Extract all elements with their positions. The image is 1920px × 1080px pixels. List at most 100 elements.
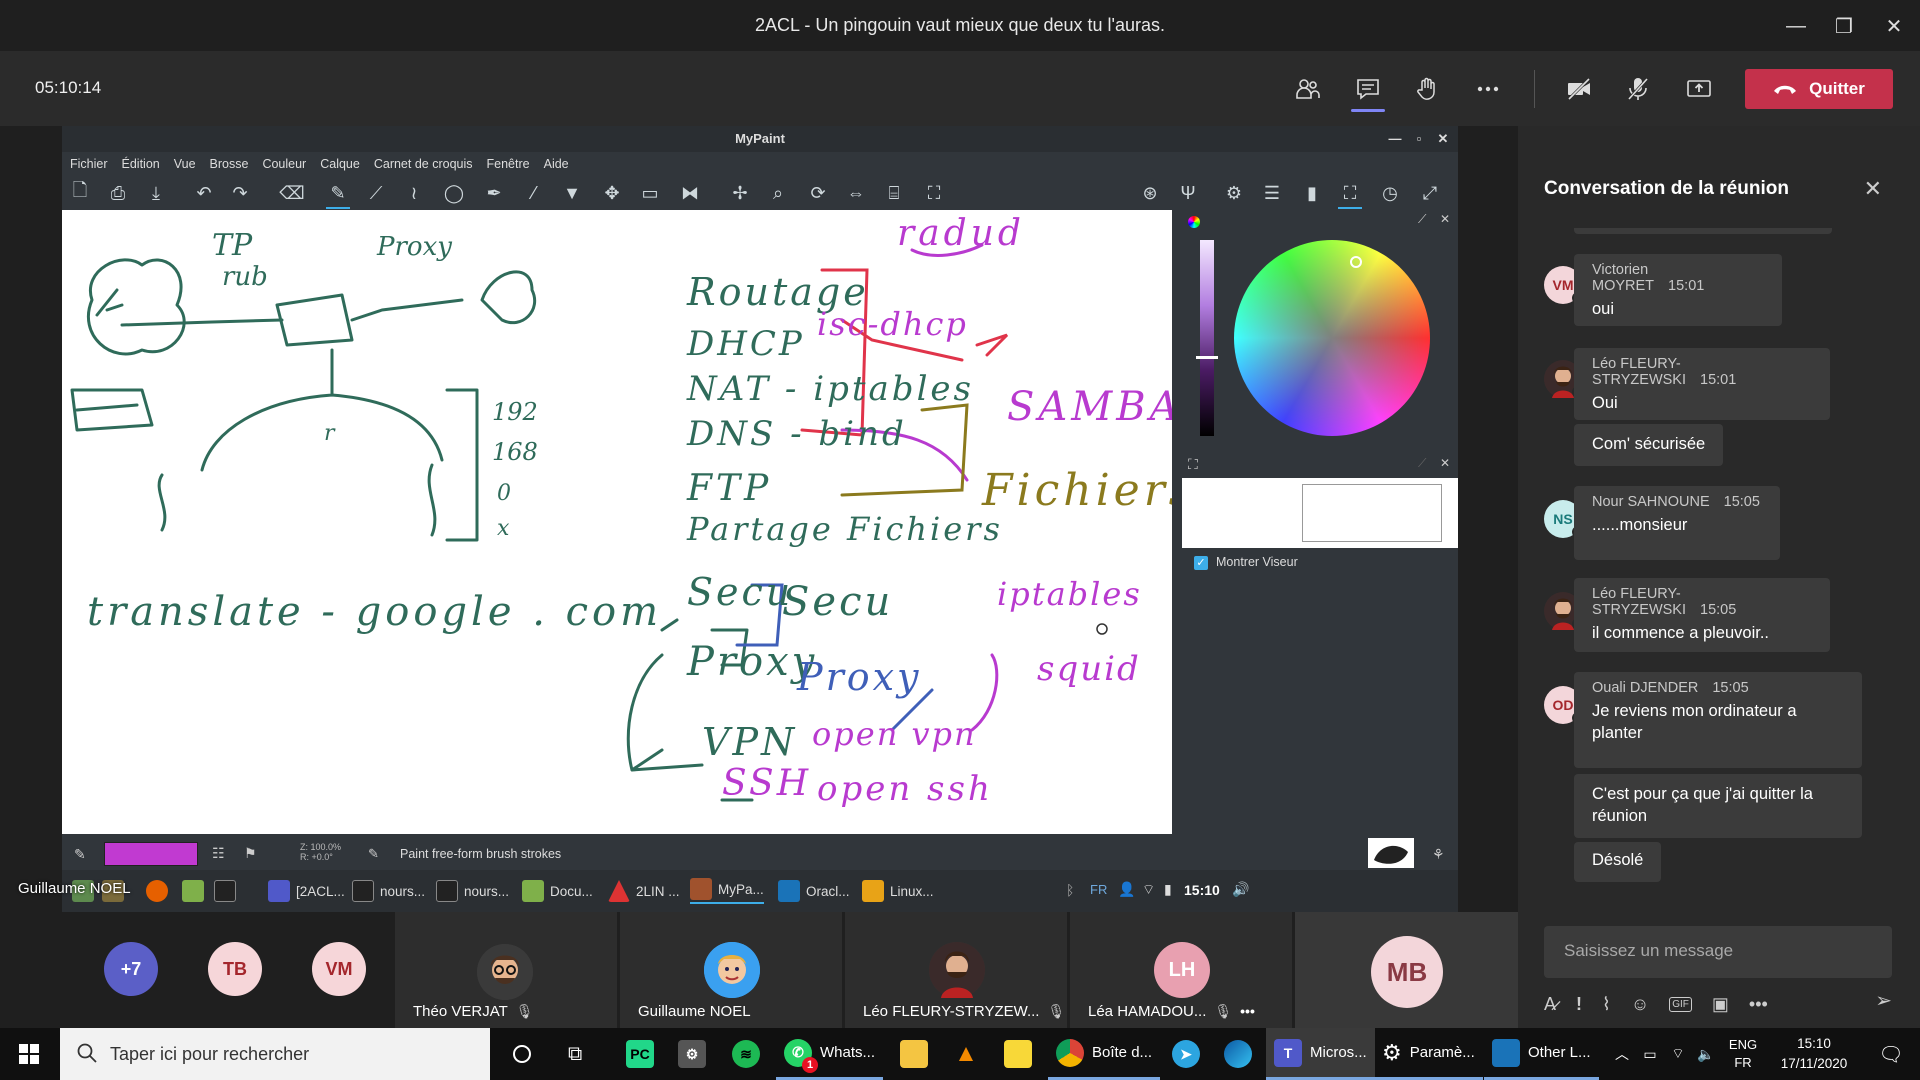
chat-message-followup[interactable]: C'est pour ça que j'ai quitter la réunio… bbox=[1574, 774, 1862, 838]
pin-icon[interactable]: ⟋ bbox=[1418, 212, 1426, 227]
more-icon[interactable]: ••• bbox=[1749, 994, 1768, 1015]
taskbar-virtualbox[interactable]: Other L... bbox=[1484, 1028, 1599, 1080]
menu-calque[interactable]: Calque bbox=[320, 157, 360, 171]
eraser-icon[interactable]: ⌫ bbox=[279, 182, 304, 204]
bluetooth-tray-icon[interactable]: ᛒ bbox=[1066, 882, 1074, 898]
menu-aide[interactable]: Aide bbox=[544, 157, 569, 171]
chevron-up-icon[interactable]: ︿ bbox=[1608, 1044, 1636, 1064]
color-picker-icon[interactable]: ⁄ bbox=[522, 182, 546, 204]
reset-view-icon[interactable]: ⌸ bbox=[882, 182, 906, 204]
battery-icon[interactable]: ▭ bbox=[1636, 1046, 1664, 1063]
inner-task-mypaint[interactable]: MyPa... bbox=[690, 878, 764, 904]
fullscreen-icon[interactable]: ⛶ bbox=[1338, 182, 1362, 209]
chat-message[interactable]: Léo FLEURY-STRYZEWSKI 15:05 il commence a… bbox=[1574, 578, 1830, 652]
color-wheel[interactable] bbox=[1234, 240, 1430, 436]
participants-button[interactable] bbox=[1285, 66, 1331, 112]
brush-settings-icon[interactable]: ☷ bbox=[212, 845, 225, 862]
close-chat-icon[interactable]: ✕ bbox=[1864, 176, 1882, 202]
menu-brosse[interactable]: Brosse bbox=[210, 157, 249, 171]
new-file-icon[interactable]: 🗋 bbox=[68, 180, 92, 204]
fill-icon[interactable]: ▼ bbox=[560, 182, 584, 204]
inner-task-documents[interactable]: Docu... bbox=[522, 878, 593, 904]
chat-message-followup[interactable]: Com' sécurisée bbox=[1574, 424, 1724, 466]
menu-couleur[interactable]: Couleur bbox=[262, 157, 306, 171]
taskbar-telegram[interactable]: ➤ bbox=[1164, 1028, 1208, 1080]
taskbar-spotify[interactable]: ≋ bbox=[724, 1028, 768, 1080]
mypaint-minimize-icon[interactable]: — bbox=[1384, 126, 1406, 152]
task-view-button[interactable]: ⧉ bbox=[560, 1028, 590, 1080]
mic-toggle-button[interactable] bbox=[1615, 66, 1661, 112]
inner-task-oracle[interactable]: Oracl... bbox=[778, 878, 850, 904]
brush-tool-icon[interactable]: ✎ bbox=[326, 182, 350, 209]
menu-carnet[interactable]: Carnet de croquis bbox=[374, 157, 473, 171]
firefox-icon[interactable] bbox=[146, 880, 168, 902]
taskbar-whatsapp[interactable]: ✆ 1 Whats... bbox=[776, 1028, 884, 1080]
menu-edition[interactable]: Édition bbox=[122, 157, 160, 171]
brushes-icon[interactable]: Ψ bbox=[1176, 182, 1200, 204]
volume-tray-icon[interactable]: 🔊 bbox=[1232, 881, 1249, 898]
pen-tool-icon[interactable]: ✒ bbox=[482, 182, 506, 204]
taskbar-steam-like[interactable]: ⚙ bbox=[670, 1028, 714, 1080]
preview-close-icon[interactable]: ✕ bbox=[1440, 456, 1450, 470]
frame-icon[interactable]: ▭ bbox=[638, 182, 662, 204]
terminal-icon[interactable] bbox=[214, 880, 236, 902]
brush-preview-thumb[interactable] bbox=[1368, 838, 1414, 868]
inner-lang[interactable]: FR bbox=[1090, 882, 1107, 897]
chat-message[interactable]: Ouali DJENDER 15:05 Je reviens mon ordina… bbox=[1574, 672, 1862, 768]
zoom-icon[interactable]: ⌕ bbox=[766, 182, 790, 204]
scratchpad-icon[interactable]: ▮ bbox=[1300, 182, 1324, 204]
fit-view-icon[interactable]: ⛶ bbox=[922, 182, 946, 204]
inner-task-teams[interactable]: [2ACL... bbox=[268, 878, 345, 904]
chat-message[interactable]: Victorien MOYRET 15:01 oui bbox=[1574, 254, 1782, 326]
taskbar-search-box[interactable]: Taper ici pour rechercher bbox=[60, 1028, 490, 1080]
share-screen-button[interactable] bbox=[1676, 66, 1722, 112]
gif-icon[interactable]: GIF bbox=[1669, 996, 1692, 1012]
attach-icon[interactable]: ⌇ bbox=[1602, 994, 1611, 1015]
participant-tile-self[interactable]: MB bbox=[1295, 912, 1518, 1028]
format-icon[interactable]: A̷ bbox=[1544, 994, 1556, 1015]
send-icon[interactable]: ➢ bbox=[1875, 988, 1892, 1013]
pick-brush-icon[interactable]: ⚑ bbox=[244, 845, 257, 862]
expand-icon[interactable]: ⤢ bbox=[1418, 182, 1442, 204]
undo-icon[interactable]: ↶ bbox=[192, 182, 216, 204]
chat-message-followup[interactable]: Désolé bbox=[1574, 842, 1662, 882]
ellipse-tool-icon[interactable]: ◯ bbox=[442, 182, 466, 204]
maximize-button[interactable]: ❐ bbox=[1818, 0, 1870, 52]
tile-more-icon[interactable]: ••• bbox=[1240, 1003, 1255, 1019]
mypaint-close-icon[interactable]: ✕ bbox=[1432, 126, 1454, 152]
important-icon[interactable]: ! bbox=[1576, 994, 1582, 1015]
preview-checkbox[interactable]: ✓ bbox=[1194, 556, 1208, 570]
taskbar-chrome[interactable]: Boîte d... bbox=[1048, 1028, 1161, 1080]
taskbar-teams[interactable]: T Micros... bbox=[1266, 1028, 1375, 1080]
layers-icon[interactable]: ☰ bbox=[1260, 182, 1284, 204]
taskbar-settings[interactable]: ⚙ Paramè... bbox=[1374, 1028, 1483, 1080]
chat-message-input[interactable]: Saisissez un message bbox=[1544, 926, 1892, 978]
sticker-icon[interactable]: ▣ bbox=[1712, 994, 1729, 1015]
inner-task-terminal-2[interactable]: nours... bbox=[436, 878, 509, 904]
value-slider-handle[interactable] bbox=[1196, 356, 1218, 359]
inner-task-terminal-1[interactable]: nours... bbox=[352, 878, 425, 904]
color-wheel-cursor[interactable] bbox=[1350, 256, 1362, 268]
emoji-icon[interactable]: ☺ bbox=[1631, 994, 1649, 1015]
wifi-tray-icon[interactable]: ⌔ bbox=[1142, 881, 1155, 899]
participant-tile[interactable]: LH Léa HAMADOU... 🎙 ••• bbox=[1070, 912, 1292, 1028]
menu-vue[interactable]: Vue bbox=[174, 157, 196, 171]
chat-message[interactable]: Léo FLEURY-STRYZEWSKI 15:01 Oui bbox=[1574, 348, 1830, 420]
taskbar-clock[interactable]: 15:10 17/11/2020 bbox=[1766, 1034, 1862, 1074]
move-layer-icon[interactable]: ✥ bbox=[600, 182, 624, 204]
language-indicator[interactable]: ENG FR bbox=[1720, 1036, 1766, 1072]
color-tab-icon[interactable] bbox=[1188, 216, 1200, 228]
brush-color-swatch[interactable] bbox=[104, 842, 198, 866]
cortana-button[interactable] bbox=[502, 1028, 542, 1080]
camera-toggle-button[interactable] bbox=[1556, 66, 1602, 112]
menu-fichier[interactable]: Fichier bbox=[70, 157, 108, 171]
notifications-icon[interactable]: 🗨 bbox=[1862, 1042, 1920, 1067]
close-window-button[interactable]: ✕ bbox=[1868, 0, 1920, 52]
flip-icon[interactable]: ⇔ bbox=[844, 182, 868, 204]
participant-tile[interactable]: Guillaume NOEL bbox=[620, 912, 842, 1028]
volume-icon[interactable]: 🔈 bbox=[1692, 1046, 1720, 1063]
chat-message[interactable]: Nour SAHNOUNE 15:05 ......monsieur bbox=[1574, 486, 1780, 560]
save-icon[interactable]: ⤓ bbox=[144, 182, 168, 204]
rotate-icon[interactable]: ⟳ bbox=[806, 182, 830, 204]
inner-task-linux[interactable]: Linux... bbox=[862, 878, 934, 904]
